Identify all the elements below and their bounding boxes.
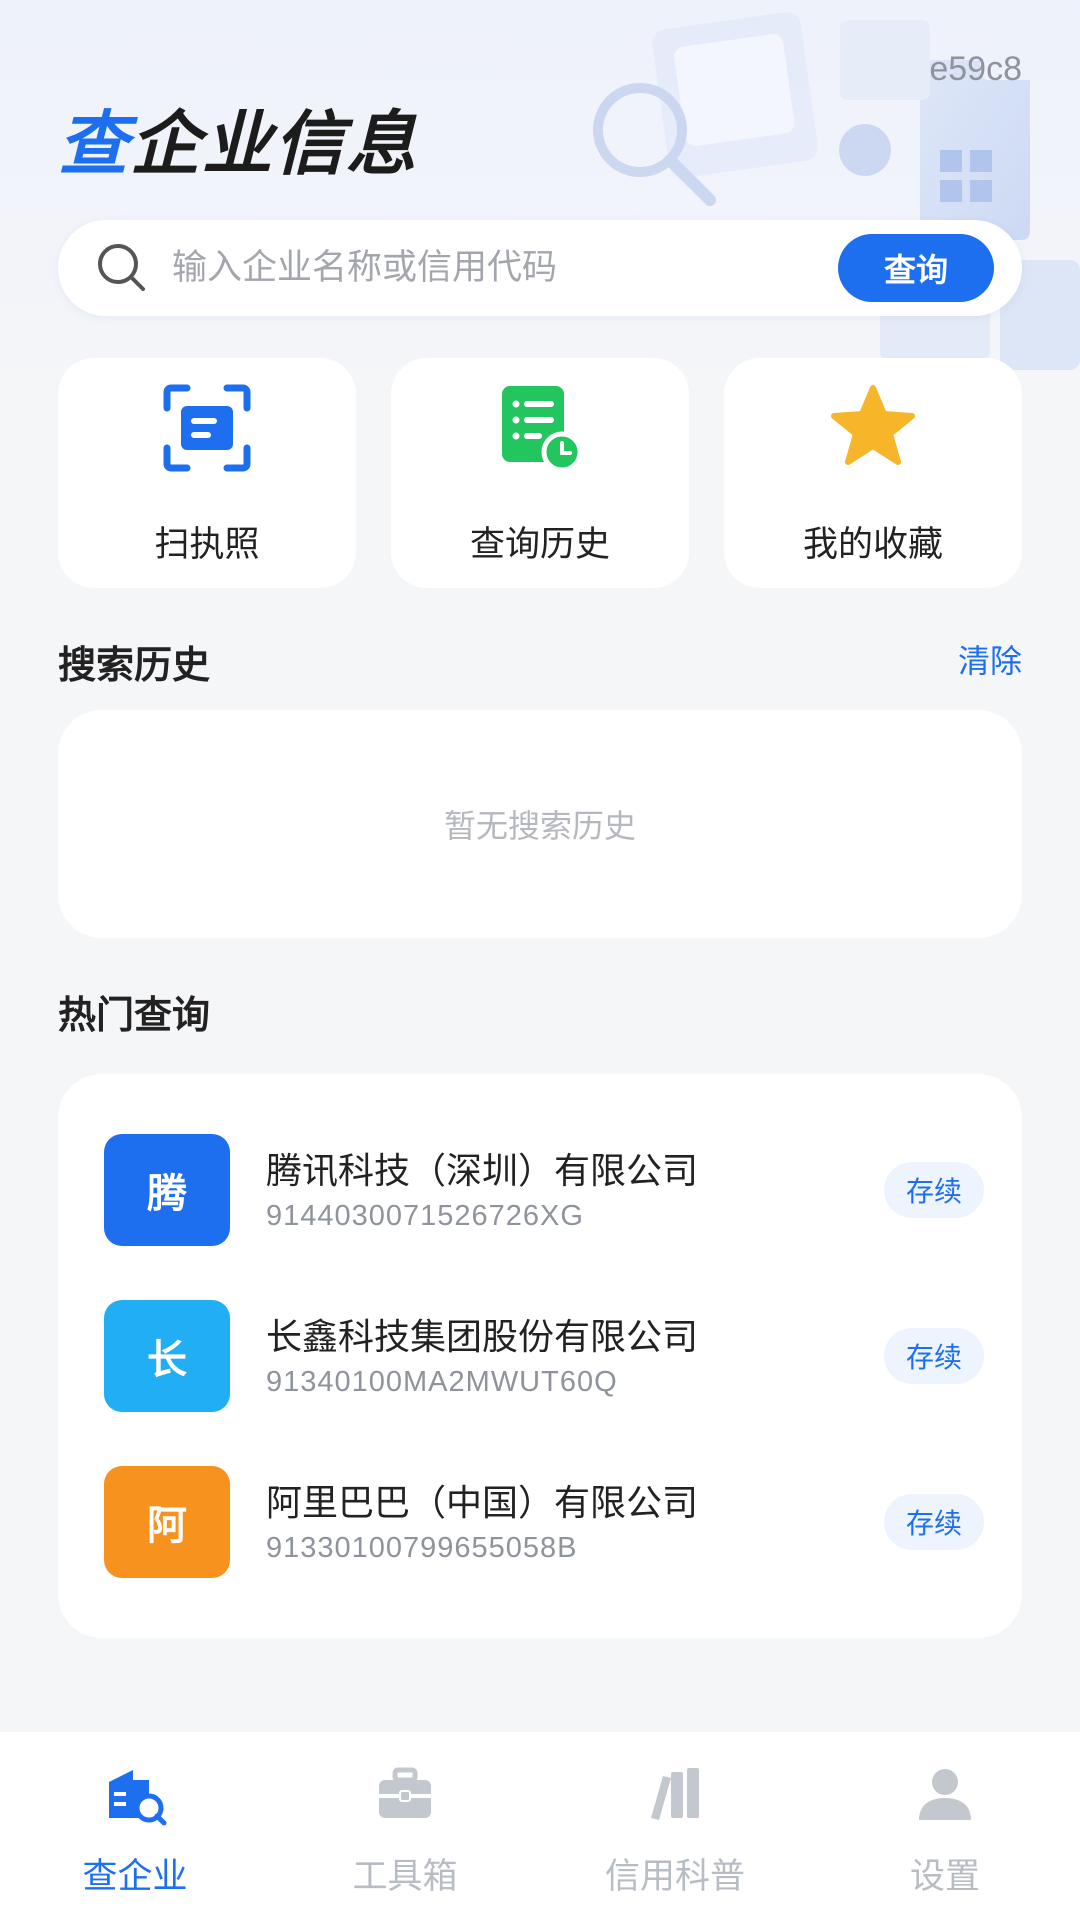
- books-icon: [651, 1768, 699, 1820]
- search-history-title: 搜索历史: [58, 643, 211, 687]
- favorites-label: 我的收藏: [802, 525, 943, 565]
- company-name: 阿里巴巴（中国）有限公司: [266, 1483, 699, 1524]
- tab-company-search[interactable]: 查企业: [0, 1732, 270, 1920]
- list-item[interactable]: 腾 腾讯科技（深圳）有限公司 9144030071526726XG 存续: [104, 1134, 984, 1246]
- company-avatar: 腾: [104, 1134, 230, 1246]
- title-rest: 企业信息: [130, 103, 418, 185]
- tab-label: 查企业: [82, 1857, 188, 1897]
- hot-queries-list: 腾 腾讯科技（深圳）有限公司 9144030071526726XG 存续 长 长…: [58, 1074, 1022, 1638]
- hot-queries-title: 热门查询: [58, 993, 211, 1037]
- company-name: 腾讯科技（深圳）有限公司: [266, 1151, 699, 1192]
- page-title: 查企业信息: [58, 88, 418, 189]
- version-label: e59c8: [929, 50, 1022, 88]
- status-badge: 存续: [884, 1494, 984, 1550]
- list-item[interactable]: 阿 阿里巴巴（中国）有限公司 91330100799655058B 存续: [104, 1466, 984, 1578]
- title-accent: 查: [58, 103, 130, 185]
- toolbox-icon: [379, 1767, 431, 1818]
- scan-license-icon: [163, 384, 251, 472]
- favorites-button[interactable]: 我的收藏: [724, 358, 1022, 588]
- search-input[interactable]: [172, 248, 838, 288]
- credit-code: 9144030071526726XG: [266, 1200, 584, 1232]
- company-avatar: 长: [104, 1300, 230, 1412]
- company-name: 长鑫科技集团股份有限公司: [266, 1317, 699, 1358]
- empty-history-text: 暂无搜索历史: [443, 807, 636, 845]
- clear-history-button[interactable]: 清除: [958, 636, 1022, 682]
- tab-credit-education[interactable]: 信用科普: [540, 1732, 810, 1920]
- tab-label: 工具箱: [352, 1857, 458, 1897]
- status-badge: 存续: [884, 1328, 984, 1384]
- company-avatar: 阿: [104, 1466, 230, 1578]
- tab-toolbox[interactable]: 工具箱: [270, 1732, 540, 1920]
- tab-label: 设置: [909, 1857, 980, 1897]
- search-icon: [98, 244, 145, 291]
- search-button[interactable]: 查询: [838, 234, 994, 302]
- search-bar: 查询: [58, 220, 1022, 316]
- credit-code: 91330100799655058B: [266, 1532, 578, 1564]
- history-list-icon: [502, 386, 583, 473]
- scan-license-button[interactable]: 扫执照: [58, 358, 356, 588]
- tab-settings[interactable]: 设置: [810, 1732, 1080, 1920]
- credit-code: 91340100MA2MWUT60Q: [266, 1366, 618, 1398]
- hero-background: [0, 0, 1080, 420]
- list-item[interactable]: 长 长鑫科技集团股份有限公司 91340100MA2MWUT60Q 存续: [104, 1300, 984, 1412]
- star-icon: [831, 385, 915, 465]
- bottom-tab-bar: 查企业 工具箱 信用科普 设置: [0, 1732, 1080, 1920]
- company-search-icon: [109, 1770, 167, 1826]
- quick-actions: 扫执照 查询历史 我的收藏: [58, 358, 1022, 588]
- status-badge: 存续: [884, 1162, 984, 1218]
- query-history-label: 查询历史: [469, 525, 610, 565]
- tab-label: 信用科普: [604, 1857, 745, 1897]
- scan-license-label: 扫执照: [154, 525, 260, 565]
- search-history-panel: 暂无搜索历史: [58, 710, 1022, 938]
- user-icon: [919, 1769, 971, 1820]
- query-history-button[interactable]: 查询历史: [391, 358, 689, 588]
